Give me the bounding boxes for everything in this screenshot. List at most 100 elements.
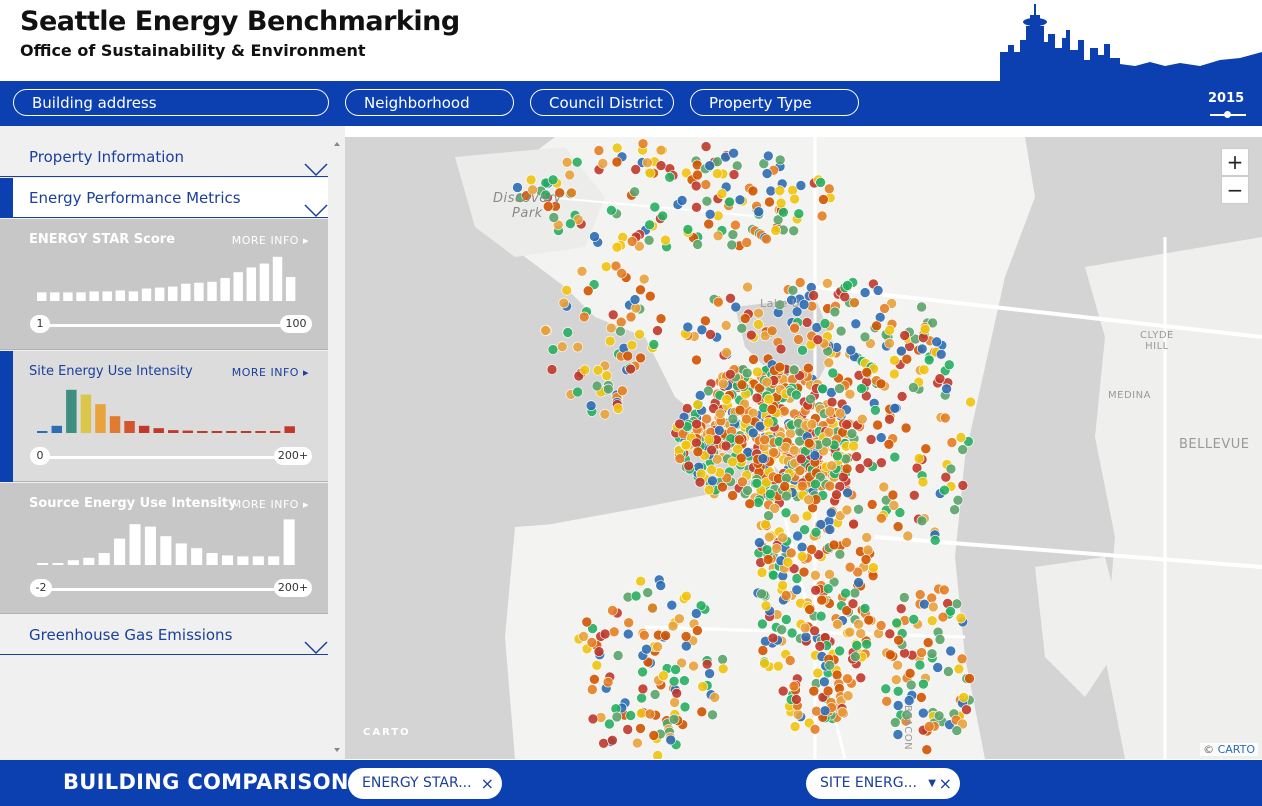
building-marker[interactable] (657, 210, 669, 222)
building-marker[interactable] (670, 664, 681, 675)
building-marker[interactable] (761, 168, 773, 179)
building-marker[interactable] (763, 531, 775, 543)
building-marker[interactable] (788, 364, 800, 376)
building-marker[interactable] (615, 326, 626, 337)
building-marker[interactable] (709, 692, 721, 703)
building-marker[interactable] (782, 556, 794, 568)
building-marker[interactable] (919, 598, 930, 610)
building-marker[interactable] (861, 367, 873, 378)
building-marker[interactable] (774, 361, 786, 373)
building-marker[interactable] (868, 562, 879, 573)
building-marker[interactable] (756, 567, 768, 578)
building-marker[interactable] (822, 583, 834, 595)
building-marker[interactable] (945, 463, 957, 475)
building-marker[interactable] (842, 487, 853, 499)
building-marker[interactable] (806, 544, 817, 555)
building-marker[interactable] (780, 614, 792, 625)
building-marker[interactable] (674, 418, 685, 430)
building-marker[interactable] (791, 694, 802, 705)
building-marker[interactable] (888, 368, 900, 380)
building-marker[interactable] (638, 273, 650, 285)
building-marker[interactable] (961, 704, 972, 716)
building-marker[interactable] (547, 174, 559, 186)
building-marker[interactable] (774, 185, 786, 197)
building-marker[interactable] (757, 645, 769, 656)
building-marker[interactable] (731, 160, 743, 172)
building-marker[interactable] (680, 640, 692, 652)
building-marker[interactable] (938, 584, 950, 596)
building-marker[interactable] (893, 634, 904, 646)
slider-max-handle[interactable]: 200+ (274, 579, 312, 597)
building-marker[interactable] (762, 554, 774, 565)
building-marker[interactable] (679, 675, 690, 686)
building-marker[interactable] (884, 649, 896, 661)
building-marker[interactable] (812, 334, 824, 345)
building-marker[interactable] (934, 634, 946, 645)
building-marker[interactable] (734, 404, 746, 416)
building-marker[interactable] (763, 510, 774, 522)
building-marker[interactable] (707, 475, 718, 487)
building-marker[interactable] (717, 654, 728, 665)
building-marker[interactable] (939, 484, 950, 496)
building-marker[interactable] (952, 494, 964, 506)
building-marker[interactable] (745, 329, 757, 341)
building-marker[interactable] (692, 446, 704, 458)
building-marker[interactable] (777, 532, 788, 544)
building-marker[interactable] (848, 518, 859, 530)
building-marker[interactable] (803, 494, 814, 506)
building-marker[interactable] (564, 169, 575, 181)
building-marker[interactable] (842, 280, 853, 291)
building-marker[interactable] (803, 437, 815, 449)
building-marker[interactable] (916, 515, 928, 527)
building-marker[interactable] (957, 480, 969, 491)
building-marker[interactable] (913, 453, 925, 464)
building-marker[interactable] (875, 378, 887, 390)
building-address-filter[interactable]: Building address (13, 89, 329, 116)
building-marker[interactable] (680, 631, 692, 642)
sidebar-scrollbar[interactable] (330, 136, 344, 760)
building-marker[interactable] (822, 278, 833, 289)
building-marker[interactable] (688, 660, 699, 672)
building-marker[interactable] (814, 640, 826, 652)
building-marker[interactable] (792, 530, 803, 542)
building-marker[interactable] (933, 710, 945, 722)
building-marker[interactable] (777, 579, 788, 591)
building-marker[interactable] (846, 428, 858, 439)
building-marker[interactable] (891, 617, 903, 629)
building-marker[interactable] (824, 524, 836, 535)
building-marker[interactable] (617, 385, 628, 397)
site-eui-metric[interactable]: Site Energy Use Intensity MORE INFO ▸ 0 … (0, 351, 328, 482)
building-marker[interactable] (562, 327, 574, 338)
building-marker[interactable] (764, 196, 775, 208)
building-marker[interactable] (880, 683, 892, 695)
building-marker[interactable] (647, 602, 658, 614)
building-marker[interactable] (841, 537, 852, 548)
map-attribution[interactable]: © CARTO (1200, 743, 1258, 756)
building-marker[interactable] (607, 309, 619, 321)
year-slider-handle[interactable] (1224, 111, 1231, 118)
building-marker[interactable] (797, 345, 808, 356)
building-marker[interactable] (700, 315, 711, 327)
building-marker[interactable] (652, 325, 663, 336)
building-marker[interactable] (824, 406, 836, 417)
building-marker[interactable] (601, 370, 613, 381)
building-marker[interactable] (917, 707, 929, 719)
building-marker[interactable] (682, 224, 694, 235)
building-marker[interactable] (809, 723, 821, 735)
building-marker[interactable] (579, 364, 591, 376)
building-marker[interactable] (674, 613, 685, 625)
close-icon[interactable]: × (939, 768, 952, 799)
building-marker[interactable] (717, 481, 728, 493)
building-marker[interactable] (717, 378, 729, 390)
building-marker[interactable] (711, 168, 723, 179)
building-marker[interactable] (641, 643, 652, 655)
building-marker[interactable] (730, 301, 742, 313)
building-marker[interactable] (821, 436, 832, 448)
building-marker[interactable] (919, 324, 931, 335)
building-marker[interactable] (863, 614, 875, 626)
building-marker[interactable] (816, 210, 828, 222)
building-marker[interactable] (704, 209, 716, 220)
building-marker[interactable] (682, 321, 694, 333)
building-marker[interactable] (762, 150, 774, 162)
building-marker[interactable] (707, 709, 718, 721)
